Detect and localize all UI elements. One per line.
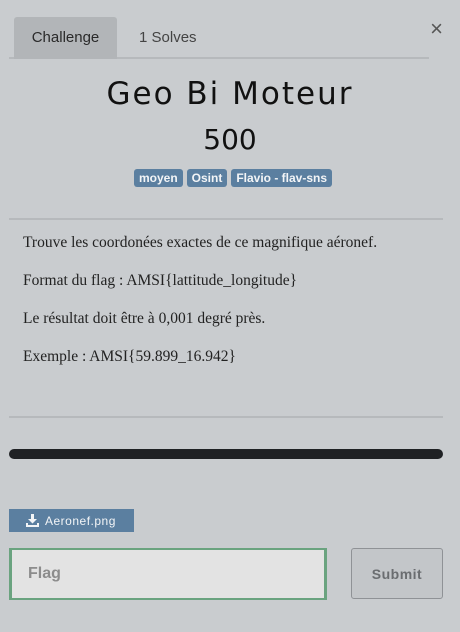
description-paragraph: Le résultat doit être à 0,001 degré près… xyxy=(23,310,266,327)
description-paragraph: Trouve les coordonées exactes de ce magn… xyxy=(23,234,378,251)
description-paragraph: Exemple : AMSI{59.899_16.942} xyxy=(23,348,236,365)
tab-bar: Challenge 1 Solves xyxy=(9,12,429,59)
download-file-button[interactable]: Aeronef.png xyxy=(9,509,134,532)
close-icon[interactable]: × xyxy=(430,18,443,40)
tag-badge: moyen xyxy=(133,169,183,187)
description-paragraph: Format du flag : AMSI{lattitude_longitud… xyxy=(23,272,298,289)
challenge-description: Trouve les coordonées exactes de ce magn… xyxy=(23,231,383,383)
challenge-value: 500 xyxy=(203,123,257,156)
submit-button[interactable]: Submit xyxy=(351,548,443,599)
tab-solves[interactable]: 1 Solves xyxy=(139,17,197,59)
tag-list: moyen Osint Flavio - flav-sns xyxy=(0,169,460,187)
tab-challenge[interactable]: Challenge xyxy=(14,17,117,59)
tag-badge: Osint xyxy=(186,169,228,187)
challenge-title: Geo Bi Moteur xyxy=(106,76,354,112)
flag-input[interactable] xyxy=(9,548,327,600)
tag-badge: Flavio - flav-sns xyxy=(231,169,333,187)
download-icon xyxy=(26,514,39,527)
divider xyxy=(9,218,443,220)
progress-bar xyxy=(9,449,443,459)
file-name: Aeronef.png xyxy=(45,513,116,528)
divider xyxy=(9,416,443,418)
